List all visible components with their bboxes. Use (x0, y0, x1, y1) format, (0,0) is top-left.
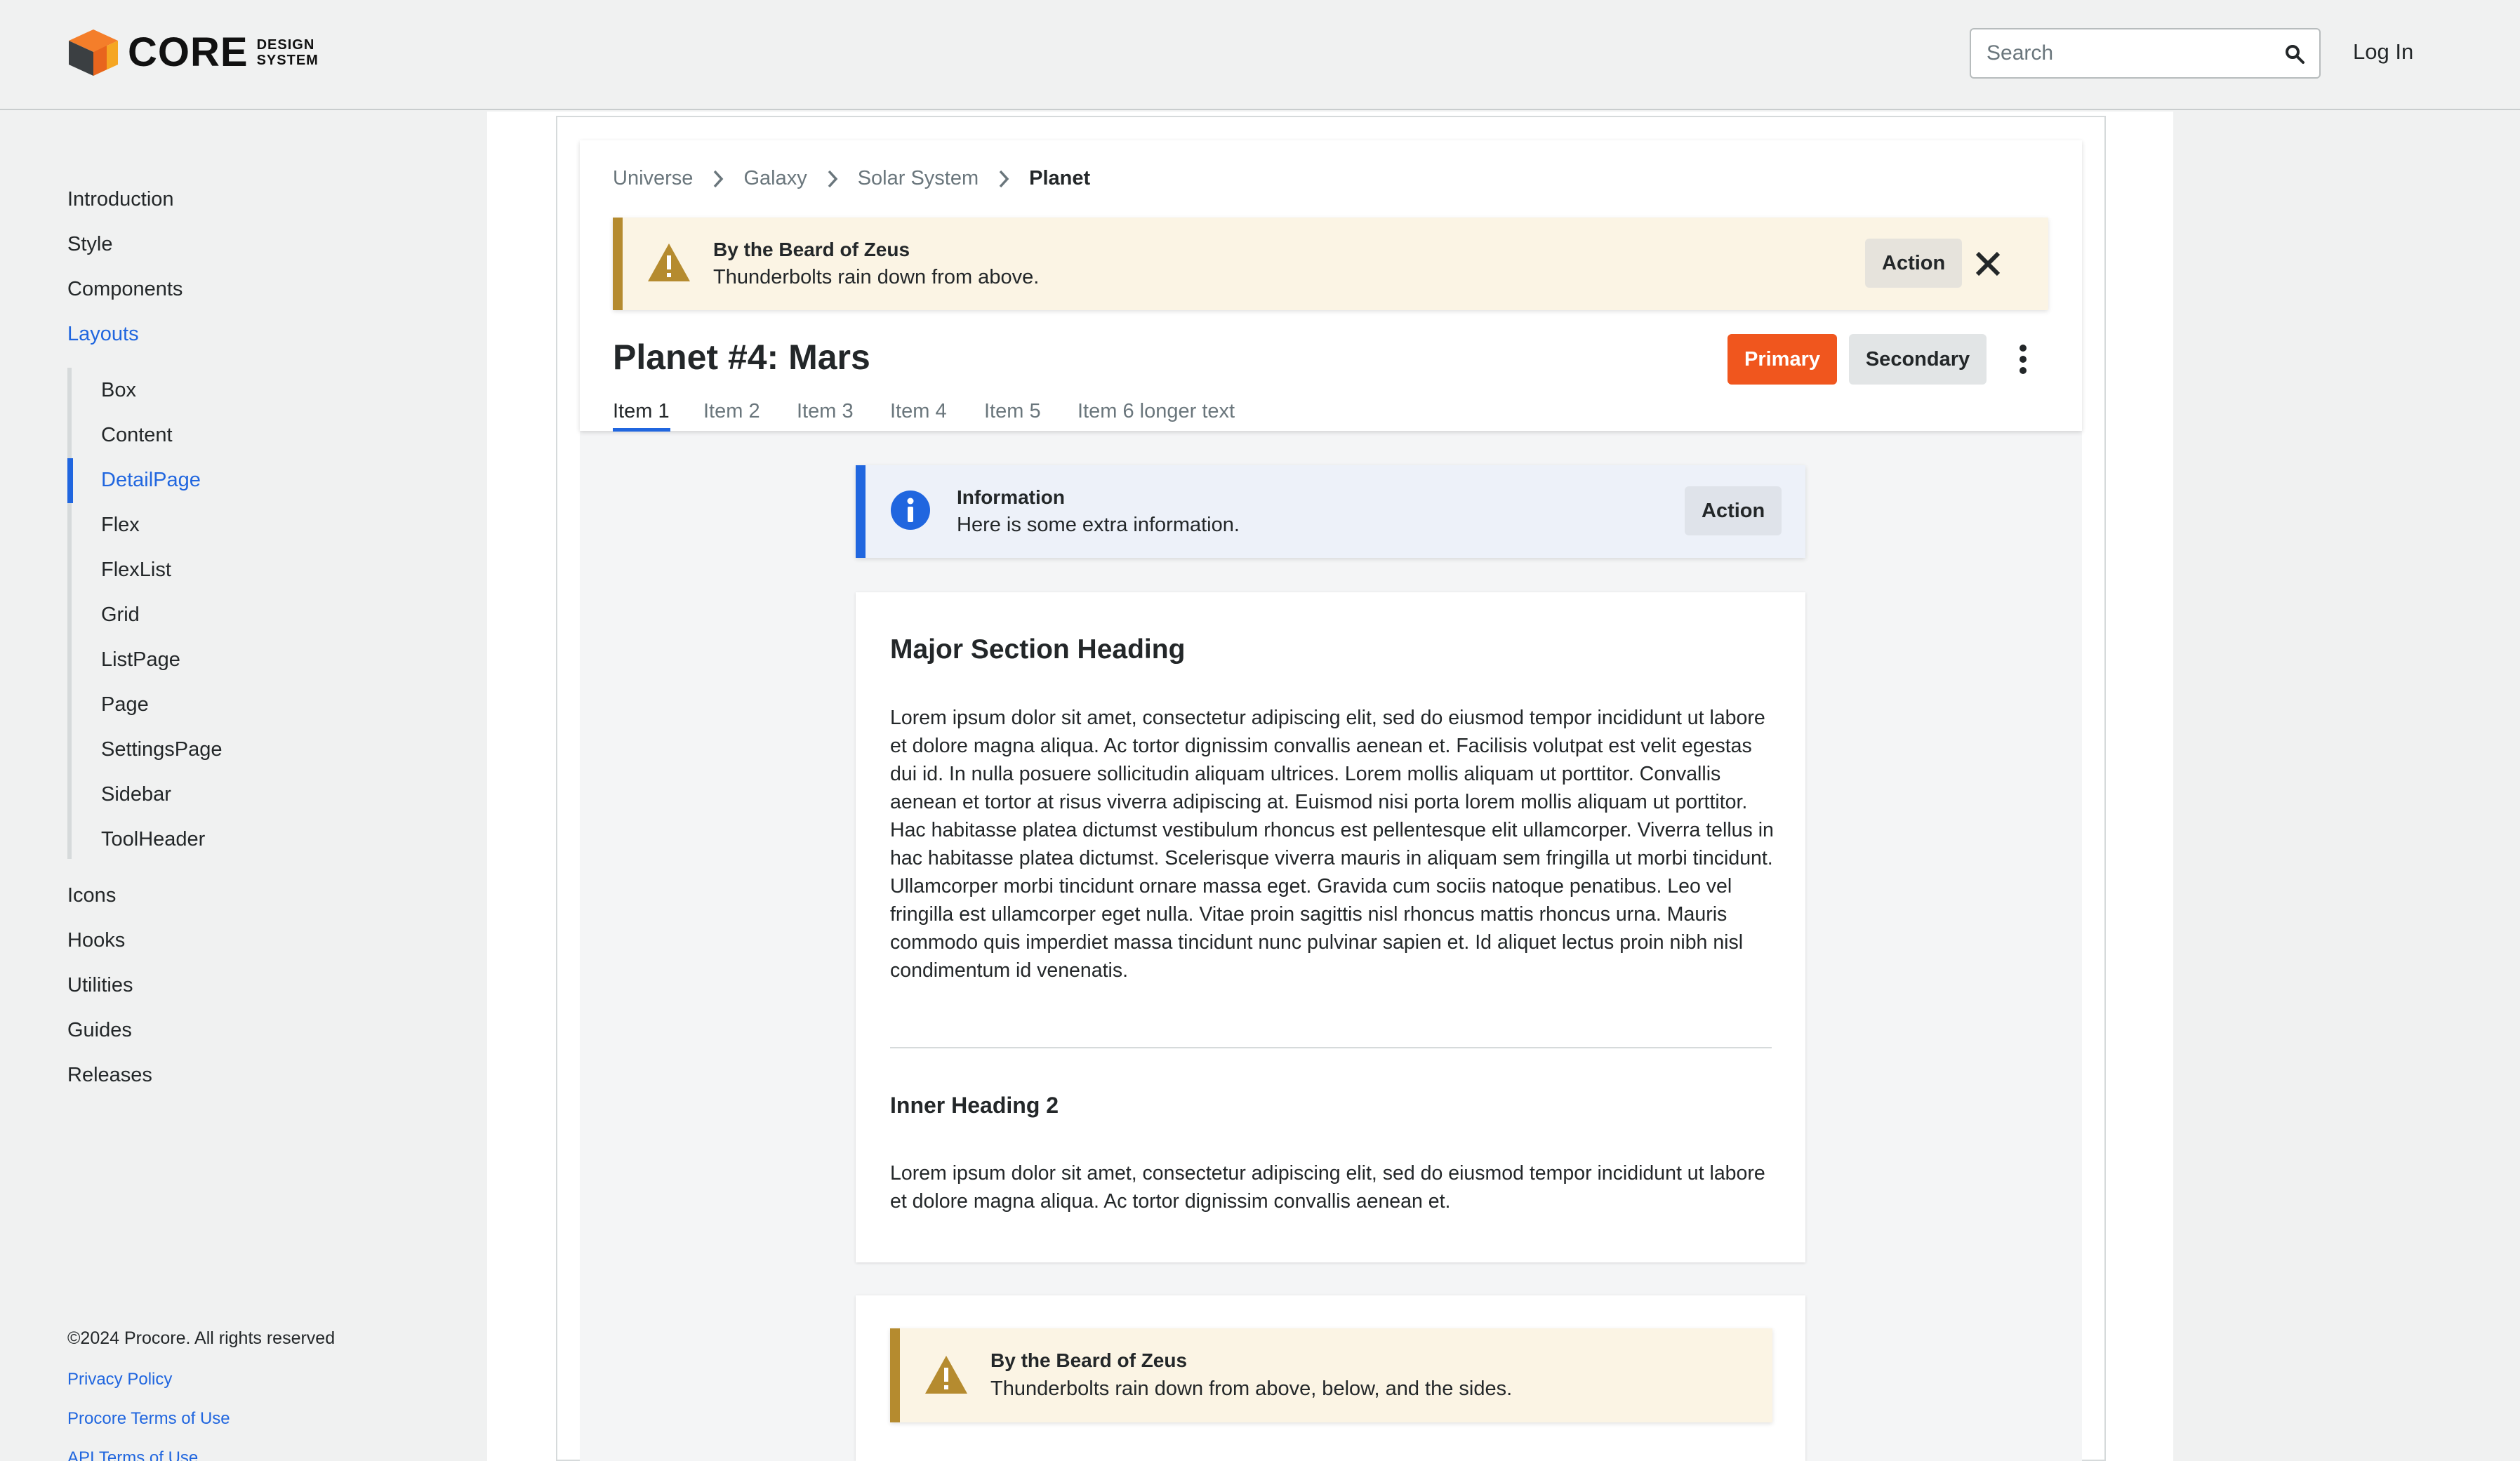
sidebar-subitem-detailpage[interactable]: DetailPage (101, 469, 201, 492)
logo-sub-line-2: SYSTEM (256, 53, 319, 68)
section-divider (890, 1047, 1772, 1048)
tab-item-5[interactable]: Item 5 (984, 400, 1041, 423)
sidebar-item-releases[interactable]: Releases (67, 1064, 152, 1087)
breadcrumb-solar-system[interactable]: Solar System (858, 167, 979, 190)
second-card: By the Beard of Zeus Thunderbolts rain d… (856, 1295, 1805, 1461)
sidebar-subitem-toolheader[interactable]: ToolHeader (101, 828, 205, 851)
sidebar-item-guides[interactable]: Guides (67, 1019, 132, 1042)
logo-sub-line-1: DESIGN (256, 37, 315, 53)
login-link[interactable]: Log In (2353, 39, 2413, 65)
tab-item-4[interactable]: Item 4 (890, 400, 947, 423)
sidebar-subitem-settingspage[interactable]: SettingsPage (101, 738, 223, 761)
tab-item-1[interactable]: Item 1 (613, 400, 670, 423)
search-icon[interactable] (2284, 44, 2305, 65)
primary-button[interactable]: Primary (1727, 334, 1837, 385)
info-banner-title: Information (957, 486, 1065, 508)
info-banner: Information Here is some extra informati… (856, 465, 1805, 558)
banner-action-button[interactable]: Action (1865, 239, 1963, 288)
sidebar-nav: Introduction Style Components Layouts Bo… (0, 112, 487, 1461)
more-options-icon[interactable] (2009, 342, 2037, 376)
tab-item-3[interactable]: Item 3 (797, 400, 854, 423)
section-heading: Major Section Heading (890, 634, 1186, 665)
active-tab-indicator (613, 428, 670, 432)
sidebar-subitem-listpage[interactable]: ListPage (101, 648, 180, 672)
sidebar-item-introduction[interactable]: Introduction (67, 188, 174, 211)
second-warning-banner: By the Beard of Zeus Thunderbolts rain d… (890, 1328, 1772, 1422)
privacy-policy-link[interactable]: Privacy Policy (67, 1370, 172, 1389)
cube-logo-icon (69, 29, 118, 76)
warning-icon (648, 244, 690, 281)
second-banner-text: Thunderbolts rain down from above, below… (990, 1377, 1513, 1400)
inner-heading: Inner Heading 2 (890, 1093, 1059, 1118)
sidebar-item-utilities[interactable]: Utilities (67, 974, 133, 997)
banner-title: By the Beard of Zeus (713, 239, 910, 260)
sidebar-subitem-sidebar[interactable]: Sidebar (101, 783, 171, 806)
sidebar-item-icons[interactable]: Icons (67, 884, 116, 907)
chevron-right-icon (999, 170, 1009, 187)
sidebar-subitem-page[interactable]: Page (101, 693, 149, 716)
breadcrumb: Universe Galaxy Solar System Planet (613, 167, 1090, 190)
logo-text: CORE (128, 29, 248, 75)
sidebar-item-components[interactable]: Components (67, 278, 183, 301)
tab-item-6[interactable]: Item 6 longer text (1077, 400, 1235, 423)
info-banner-action-button[interactable]: Action (1685, 486, 1782, 535)
terms-of-use-link[interactable]: Procore Terms of Use (67, 1409, 230, 1429)
subnav-active-indicator (67, 458, 73, 503)
section-card: Major Section Heading Lorem ipsum dolor … (856, 592, 1805, 1262)
section-paragraph: Lorem ipsum dolor sit amet, consectetur … (890, 707, 1774, 982)
breadcrumb-universe[interactable]: Universe (613, 167, 693, 190)
sidebar-item-layouts[interactable]: Layouts (67, 323, 139, 346)
sidebar-subitem-box[interactable]: Box (101, 379, 136, 402)
page-title: Planet #4: Mars (613, 338, 870, 377)
sidebar-subitem-flexlist[interactable]: FlexList (101, 559, 171, 582)
close-icon[interactable] (1974, 250, 2002, 278)
second-banner-title: By the Beard of Zeus (990, 1349, 1188, 1371)
info-icon (891, 491, 930, 530)
sidebar-subitem-flex[interactable]: Flex (101, 514, 140, 537)
info-banner-text: Here is some extra information. (957, 514, 1240, 536)
secondary-button[interactable]: Secondary (1849, 334, 1987, 385)
inner-paragraph: Lorem ipsum dolor sit amet, consectetur … (890, 1162, 1765, 1213)
search-box[interactable] (1970, 28, 2321, 79)
subnav-rail (67, 368, 72, 859)
copyright-text: ©2024 Procore. All rights reserved (67, 1328, 336, 1348)
sidebar-item-style[interactable]: Style (67, 233, 112, 256)
banner-text: Thunderbolts rain down from above. (713, 266, 1040, 288)
sidebar-subitem-content[interactable]: Content (101, 424, 173, 447)
breadcrumb-galaxy[interactable]: Galaxy (743, 167, 807, 190)
api-terms-link[interactable]: API Terms of Use (67, 1448, 198, 1461)
chevron-right-icon (828, 170, 838, 187)
logo-subtext: DESIGN SYSTEM (257, 37, 319, 68)
sidebar-item-hooks[interactable]: Hooks (67, 929, 125, 952)
top-header: CORE DESIGN SYSTEM Log In (0, 0, 2520, 110)
sidebar-subitem-grid[interactable]: Grid (101, 603, 140, 627)
search-input[interactable] (1987, 39, 2267, 67)
core-logo[interactable]: CORE DESIGN SYSTEM (67, 28, 319, 77)
breadcrumb-planet: Planet (1029, 167, 1091, 189)
warning-icon (925, 1356, 967, 1394)
chevron-right-icon (714, 170, 724, 187)
tab-item-2[interactable]: Item 2 (703, 400, 760, 423)
warning-banner: By the Beard of Zeus Thunderbolts rain d… (613, 218, 2048, 310)
